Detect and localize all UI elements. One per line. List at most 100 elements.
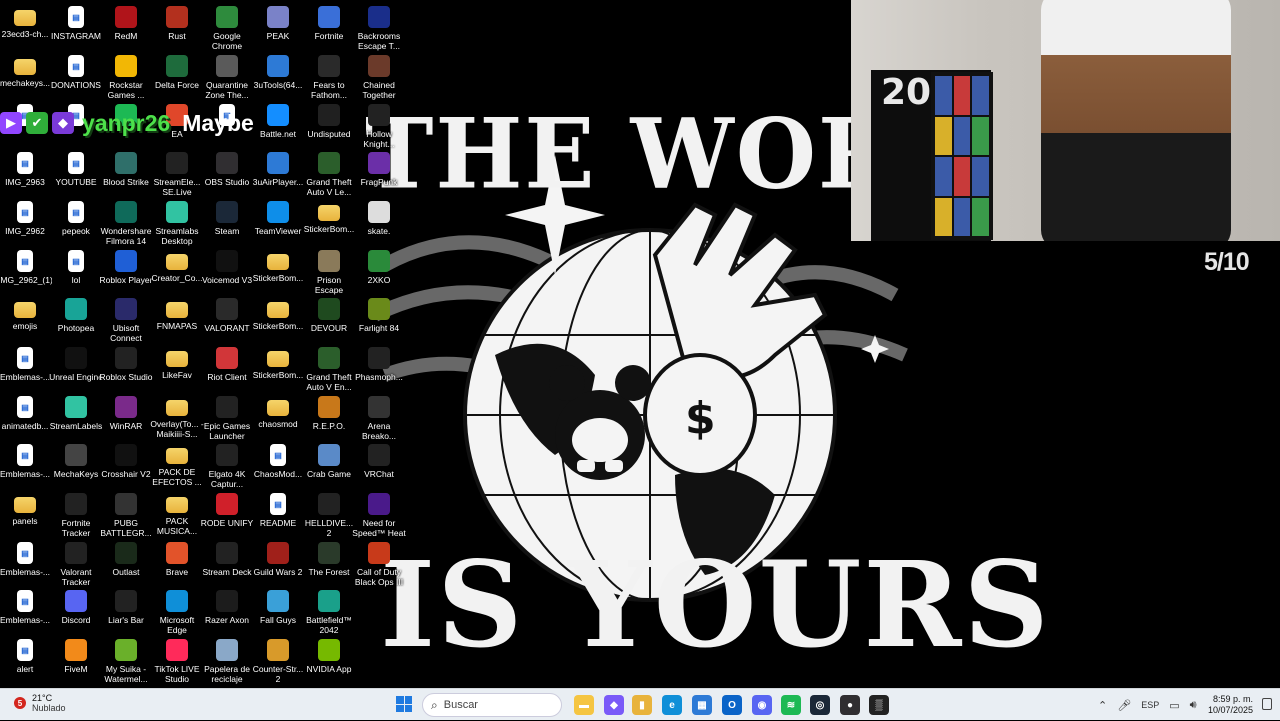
desktop-icon[interactable]: Elgato 4K Captur...	[201, 440, 253, 489]
desktop-icon[interactable]: Crosshair V2	[100, 440, 152, 479]
desktop-icon[interactable]: ▤ Emblemas-...	[0, 538, 51, 577]
desktop-icon[interactable]: StreamEle... SE.Live	[151, 148, 203, 197]
desktop-icon[interactable]: Riot Client	[201, 343, 253, 382]
desktop-icon[interactable]: Need for Speed™ Heat	[352, 489, 406, 538]
desktop-icon[interactable]: StreamLabels	[50, 392, 102, 431]
desktop-icon[interactable]: ▤ ChaosMod...	[252, 440, 304, 479]
desktop-icon[interactable]: StickerBom...	[303, 197, 355, 234]
desktop-icon[interactable]: MechaKeys	[50, 440, 102, 479]
desktop-icon[interactable]: Outlast	[100, 538, 152, 577]
desktop-icon[interactable]: ▤ INSTAGRAM	[50, 2, 102, 41]
desktop-icon[interactable]: Quarantine Zone The...	[201, 51, 253, 100]
desktop-icon[interactable]: ▤ IMG_2963	[0, 148, 51, 187]
desktop-icon[interactable]: ▤ alert	[0, 635, 51, 674]
desktop-icon[interactable]: ▤ Emblemas-...	[0, 343, 51, 382]
desktop-icon[interactable]: Arena Breako...	[353, 392, 405, 441]
desktop-icon[interactable]: Fortnite	[303, 2, 355, 41]
desktop-icon[interactable]: FNMAPAS	[151, 294, 203, 331]
desktop-icon[interactable]: Wondershare Filmora 14	[100, 197, 152, 246]
desktop-icon[interactable]: PEAK	[252, 2, 304, 41]
desktop-icon[interactable]: ▤ animatedb...	[0, 392, 51, 431]
language-indicator[interactable]: ESP	[1141, 700, 1159, 710]
spotify-app[interactable]: ≋	[781, 695, 801, 715]
desktop-icon[interactable]: TeamViewer	[252, 197, 304, 236]
desktop-icon[interactable]: Hollow Knight...	[353, 100, 405, 149]
desktop-icon[interactable]: Brave	[151, 538, 203, 577]
desktop-icon[interactable]: VALORANT	[201, 294, 253, 333]
desktop-icon[interactable]: Phasmoph...	[353, 343, 405, 382]
desktop-icon[interactable]: Undisputed	[303, 100, 355, 139]
desktop-icon[interactable]: PACK MUSICA...	[151, 489, 203, 536]
desktop-icon[interactable]: mechakeys...	[0, 51, 51, 88]
desktop-icon[interactable]: Papelera de reciclaje	[201, 635, 253, 684]
desktop-icon[interactable]: StickerBom...	[252, 343, 304, 380]
desktop-icon[interactable]: Battlefield™ 2042	[303, 586, 355, 635]
desktop-icon[interactable]: 2XKO	[353, 246, 405, 285]
desktop-icon[interactable]: R.E.P.O.	[303, 392, 355, 431]
desktop-icon[interactable]: Farlight 84	[353, 294, 405, 333]
folder-app[interactable]: ▮	[632, 695, 652, 715]
desktop-icon[interactable]: PUBG BATTLEGR...	[100, 489, 152, 538]
desktop-icon[interactable]: ▤ YOUTUBE	[50, 148, 102, 187]
desktop-icon[interactable]: My Suika - Watermel...	[100, 635, 152, 684]
desktop-icon[interactable]: Photopea	[50, 294, 102, 333]
desktop-icon[interactable]: Battle.net	[252, 100, 304, 139]
copilot-app[interactable]: ◆	[604, 695, 624, 715]
desktop-icon[interactable]: ▤ DONATIONS	[50, 51, 102, 90]
desktop-icon[interactable]: ▤ pepeok	[50, 197, 102, 236]
desktop-icon[interactable]: 23ecd3-ch...	[0, 2, 51, 39]
start-button[interactable]	[396, 696, 412, 712]
desktop-icon[interactable]: Overlay(To... - Maikiiii-S...	[150, 392, 204, 439]
desktop-icon[interactable]: Microsoft Edge	[151, 586, 203, 635]
desktop-icon[interactable]: HELLDIVE... 2	[303, 489, 355, 538]
desktop-icon[interactable]: skate.	[353, 197, 405, 236]
desktop-icon[interactable]: RedM	[100, 2, 152, 41]
desktop-icon[interactable]: Fall Guys	[252, 586, 304, 625]
file-explorer-app[interactable]: ▬	[574, 695, 594, 715]
desktop-icon[interactable]: Crab Game	[303, 440, 355, 479]
desktop-icon[interactable]: OBS Studio	[201, 148, 253, 187]
store-app[interactable]: ▦	[692, 695, 712, 715]
search-input[interactable]: ⌕ Buscar	[422, 693, 562, 717]
desktop-icon[interactable]: Chained Together	[353, 51, 405, 100]
desktop-icon[interactable]: emojis	[0, 294, 51, 331]
desktop-icon[interactable]: Google Chrome	[201, 2, 253, 51]
desktop-icon[interactable]: ▤ Emblemas-...	[0, 440, 51, 479]
desktop-icon[interactable]: ▤ lol	[50, 246, 102, 285]
desktop-icon[interactable]: Creator_Co...	[151, 246, 203, 283]
desktop-icon[interactable]: Roblox Studio	[100, 343, 152, 382]
desktop-icon[interactable]: Liar's Bar	[100, 586, 152, 625]
desktop-icon[interactable]: Unreal Engine	[49, 343, 103, 382]
steam-app[interactable]: ◎	[810, 695, 830, 715]
desktop-icon[interactable]: Discord	[50, 586, 102, 625]
clock[interactable]: 8:59 p. m. 10/07/2025	[1205, 694, 1253, 716]
desktop-icon[interactable]: Delta Force	[151, 51, 203, 90]
desktop-icon[interactable]: FragPunk	[353, 148, 405, 187]
desktop-icon[interactable]: LikeFav	[151, 343, 203, 380]
streamdeck-app[interactable]: ▒	[869, 695, 889, 715]
desktop-icon[interactable]: Stream Deck	[201, 538, 253, 577]
desktop-icon[interactable]: Backrooms Escape T...	[353, 2, 405, 51]
volume-icon[interactable]: 🔊︎	[1190, 699, 1197, 712]
desktop-icon[interactable]: StickerBom...	[252, 294, 304, 331]
desktop-icon[interactable]: Fears to Fathom...	[303, 51, 355, 100]
desktop-icon[interactable]: Prison Escape Simulator D...	[303, 246, 355, 296]
desktop-icon[interactable]: FiveM	[50, 635, 102, 674]
desktop-icon[interactable]: Voicemod V3	[201, 246, 253, 285]
desktop-icon[interactable]: Grand Theft Auto V Le...	[303, 148, 355, 197]
desktop-icon[interactable]: ▤ README	[252, 489, 304, 528]
desktop-icon[interactable]: PACK DE EFECTOS ...	[151, 440, 203, 487]
desktop-icon[interactable]: 3uAirPlayer...	[252, 148, 304, 187]
desktop-icon[interactable]: Streamlabs Desktop	[151, 197, 203, 246]
desktop-icon[interactable]: 3uTools(64...	[252, 51, 304, 90]
desktop-icon[interactable]: Guild Wars 2	[252, 538, 304, 577]
weather-widget[interactable]: 5 21°C Nublado	[14, 693, 66, 713]
desktop-icon[interactable]: ▤ Emblemas-...	[0, 586, 51, 625]
desktop-icon[interactable]: Call of Duty Black Ops III	[353, 538, 405, 587]
desktop-icon[interactable]: NVIDIA App	[303, 635, 355, 674]
edge-app[interactable]: e	[662, 695, 682, 715]
desktop-icon[interactable]: Fortnite Tracker	[50, 489, 102, 538]
notification-icon[interactable]	[1262, 698, 1272, 710]
desktop-icon[interactable]: VRChat	[353, 440, 405, 479]
chevron-up-icon[interactable]: ⌃	[1098, 699, 1107, 712]
